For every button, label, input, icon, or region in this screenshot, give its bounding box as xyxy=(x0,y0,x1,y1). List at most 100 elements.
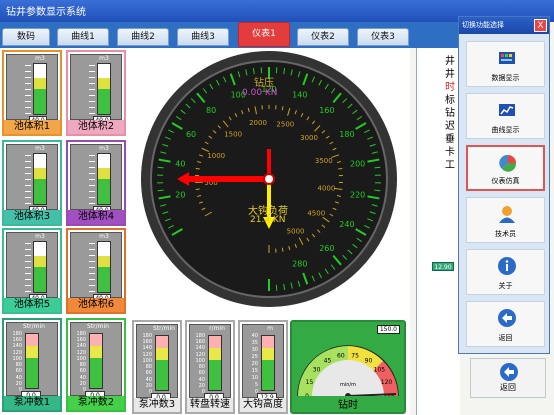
pump-gauge: m403530252015105012.9大钩高度 xyxy=(238,320,288,414)
level-tube xyxy=(33,153,47,205)
popup-button-label: 关于 xyxy=(498,282,513,290)
gauge-tick-label: 100 xyxy=(142,357,152,364)
drill-time-tick: 60 xyxy=(337,353,345,360)
level-tick xyxy=(89,89,95,90)
drill-time-value: 150.0 xyxy=(376,325,400,334)
outer-tick-label: 80 xyxy=(206,106,216,115)
gauge-label: 池体积5 xyxy=(4,298,60,312)
level-tick xyxy=(89,77,95,78)
level-tick xyxy=(89,291,95,292)
gauge-tick-label: 160 xyxy=(142,339,152,346)
gauge-body: Str/min1801601401201008060402000.0 xyxy=(6,322,58,399)
tab-curve-1[interactable]: 曲线1 xyxy=(57,28,109,46)
gauge-body: m340.0 xyxy=(6,144,58,214)
tank-volume-panel: m340.0池体积1m340.0池体积2m340.0池体积3m340.0池体积4… xyxy=(0,48,128,415)
gauge-label: 池体积4 xyxy=(68,210,124,224)
gauge-tick-label: 80 xyxy=(79,362,86,369)
popup-button-6[interactable]: 返回 xyxy=(466,301,545,347)
gauge-unit: m xyxy=(267,325,273,332)
gauge-body: m340.0 xyxy=(70,54,122,124)
outer-tick-label: 220 xyxy=(350,191,365,200)
gauge-tick-label: 80 xyxy=(198,364,205,371)
tab-curve-2[interactable]: 曲线2 xyxy=(117,28,169,46)
gauge-label: 池体积1 xyxy=(4,120,60,134)
level-tick xyxy=(89,267,95,268)
tab-gauge-2[interactable]: 仪表2 xyxy=(297,28,349,46)
gauge-tick-label: 140 xyxy=(12,343,22,350)
level-tube xyxy=(25,333,39,389)
level-tick xyxy=(89,83,95,84)
level-tick xyxy=(25,279,31,280)
level-tick xyxy=(25,173,31,174)
gauge-tick-label: 160 xyxy=(12,337,22,344)
level-tick xyxy=(25,77,31,78)
popup-button-5[interactable]: 关于 xyxy=(466,249,545,295)
tab-curve-3[interactable]: 曲线3 xyxy=(177,28,229,46)
level-tube xyxy=(97,63,111,115)
tab-digits[interactable]: 数码 xyxy=(2,28,50,46)
drill-time-unit: min/m xyxy=(340,382,356,388)
pump-gauge: Str/min1801601401201008060402000.0泵冲数2 xyxy=(66,318,126,412)
gauge-tick-label: 120 xyxy=(12,349,22,356)
gauge-label: 泵冲数2 xyxy=(68,396,124,410)
level-tick xyxy=(25,267,31,268)
gauge-unit: Str/min xyxy=(87,323,109,330)
level-tick xyxy=(25,179,31,180)
inner-tick-label: 1000 xyxy=(207,152,225,160)
back-button-external[interactable]: 返回 xyxy=(470,358,546,398)
pump-gauge: Str/min1801601401201008060402000.0泵冲数1 xyxy=(2,318,62,412)
level-tick xyxy=(25,191,31,192)
level-tick xyxy=(89,279,95,280)
level-tick xyxy=(25,83,31,84)
gauge-unit: m3 xyxy=(99,145,109,152)
gauge-tick-label: 15 xyxy=(251,368,258,374)
outer-tick xyxy=(157,189,164,192)
level-tick xyxy=(89,95,95,96)
back-arrow-icon xyxy=(500,363,518,381)
close-icon[interactable]: X xyxy=(534,19,547,32)
level-fill xyxy=(34,78,46,114)
gauge-tick-label: 180 xyxy=(76,331,86,337)
gauge-tick-label: 60 xyxy=(198,370,205,377)
inner-tick-label: 1500 xyxy=(224,130,242,138)
gauge-unit: m3 xyxy=(35,145,45,152)
tank-volume-gauge: m340.0池体积2 xyxy=(66,50,126,136)
gauge-tick-label: 60 xyxy=(145,370,152,377)
popup-button-4[interactable]: 技术员 xyxy=(466,197,545,243)
outer-tick-label: 160 xyxy=(319,106,334,115)
tab-gauge-1[interactable]: 仪表1 xyxy=(238,22,290,47)
tab-gauge-3[interactable]: 仪表3 xyxy=(357,28,409,46)
popup-button-3[interactable]: 仪表仿真 xyxy=(466,145,545,191)
popup-button-2[interactable]: 曲线显示 xyxy=(466,93,545,139)
drill-time-tick: 105 xyxy=(374,367,386,374)
level-tick xyxy=(25,273,31,274)
main-dial-panel: 20 40 60 80 100 120 140 160 180 200 220 240 260 280 50… xyxy=(128,48,410,316)
level-fill xyxy=(34,168,46,204)
drill-time-tick: 45 xyxy=(324,357,332,364)
level-tick xyxy=(25,65,31,66)
outer-tick-label: 20 xyxy=(175,191,185,200)
gauge-label: 大钩高度 xyxy=(240,398,286,412)
inner-tick xyxy=(338,167,343,170)
gauge-tick-label: 40 xyxy=(145,376,152,383)
back-icon xyxy=(498,309,516,327)
level-tick xyxy=(25,261,31,262)
outer-tick xyxy=(374,166,381,169)
gauge-body: m403530252015105012.9 xyxy=(242,324,284,401)
level-tick xyxy=(89,197,95,198)
level-tick xyxy=(25,89,31,90)
gauge-tick-label: 120 xyxy=(142,351,152,358)
level-tick xyxy=(25,95,31,96)
drill-time-tick: 30 xyxy=(313,367,321,374)
level-tick xyxy=(89,203,95,204)
gauge-label: 转盘转速 xyxy=(187,398,233,412)
popup-button-1[interactable]: 数据显示 xyxy=(466,41,545,87)
gauge-tick-label: 35 xyxy=(251,340,258,346)
gauge-body: m340.0 xyxy=(6,232,58,302)
gauge-tick-label: 0 xyxy=(201,389,205,395)
gauge-tick-label: 40 xyxy=(79,374,86,381)
level-tick xyxy=(89,167,95,168)
dial-center-value: 21.4 KN xyxy=(250,215,286,225)
gauge-body: m340.0 xyxy=(6,54,58,124)
level-tube xyxy=(33,241,47,293)
